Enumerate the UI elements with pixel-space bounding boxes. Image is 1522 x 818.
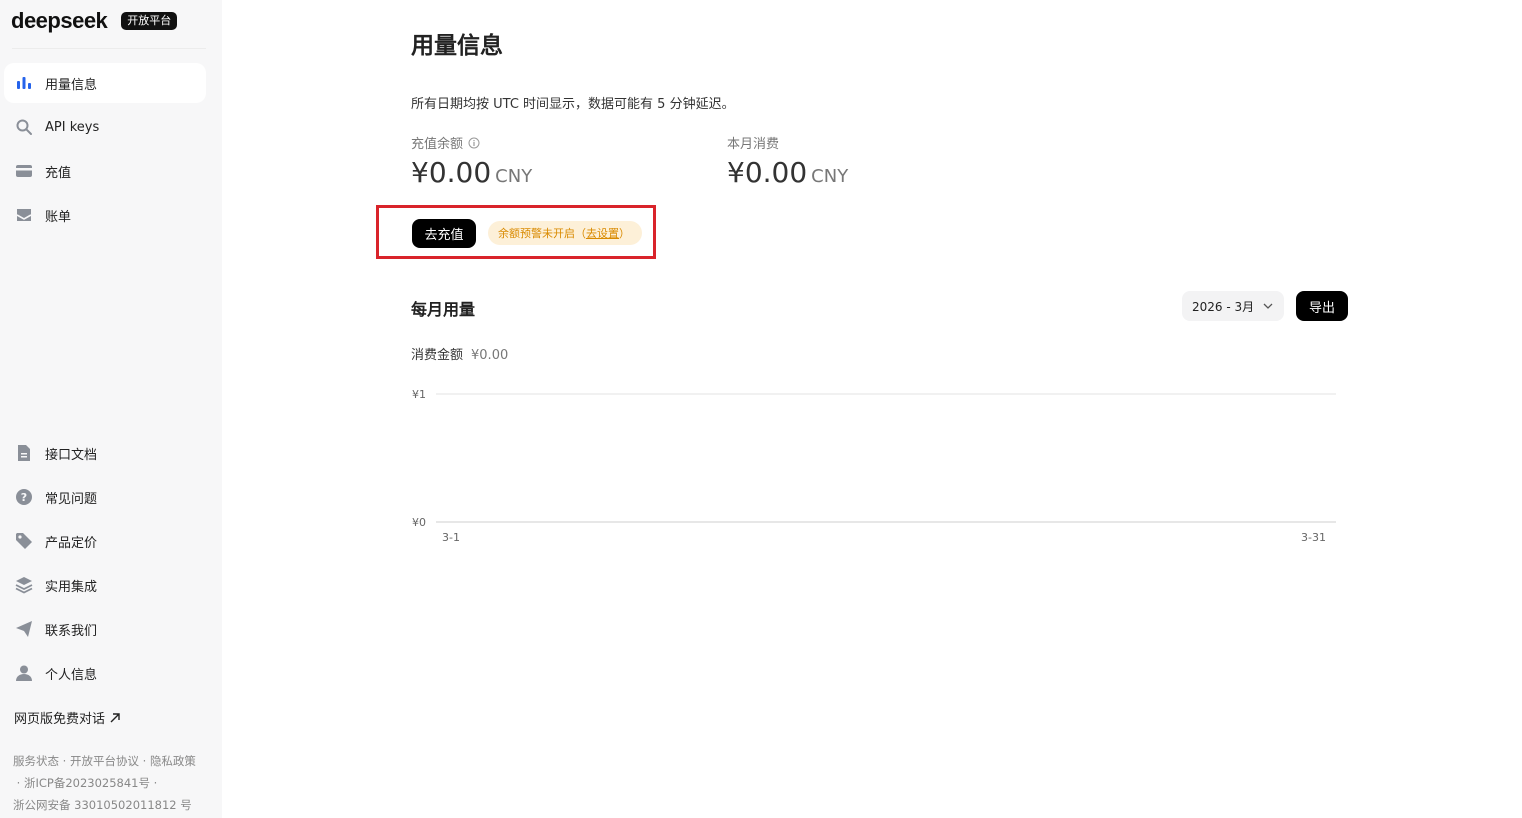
sidebar-item-label: 账单 [45,209,72,225]
question-icon: ? [15,488,33,506]
spend-value: ¥0.00 [471,348,509,363]
month-select-value: 2026 - 3月 [1192,299,1255,314]
y-tick-label: ¥0 [412,516,426,529]
brand[interactable]: deepseek 开放平台 [11,6,178,36]
monthly-usage-title: 每月用量 [411,300,476,319]
monthly-spend-amount: ¥0.00 CNY [727,156,848,189]
sidebar-item-label: 用量信息 [45,77,98,93]
web-chat-link[interactable]: 网页版免费对话 [14,708,121,727]
privacy-policy-link[interactable]: 隐私政策 [150,754,196,768]
document-icon [15,444,33,462]
spend-label: 消费金额 [411,348,464,363]
x-tick-label: 3-1 [442,531,460,544]
divider [12,48,206,49]
police-record-link[interactable]: 浙公网安备 33010502011812 号 [13,798,192,812]
balance-label: 充值余额 [411,137,464,152]
balance-stat: 充值余额 ¥0.00 CNY [411,133,532,189]
balance-amount: ¥0.00 CNY [411,156,532,189]
sidebar-item-docs[interactable]: 接口文档 [4,433,206,473]
x-tick-label: 3-31 [1301,531,1326,544]
monthly-spend-value: ¥0.00 [727,156,808,189]
layers-icon [15,576,33,594]
export-button[interactable]: 导出 [1296,291,1348,321]
external-link-icon [110,712,120,722]
sidebar-item-label: 个人信息 [45,667,98,683]
search-icon [15,118,33,136]
alert-suffix: ） [619,227,630,240]
sidebar-item-label: 常见问题 [45,491,98,507]
send-icon [15,620,33,638]
user-icon [15,664,33,682]
monthly-spend-label: 本月消费 [727,137,780,152]
alert-settings-link[interactable]: 去设置 [586,225,619,241]
svg-text:?: ? [21,491,27,504]
sidebar-item-usage[interactable]: 用量信息 [4,63,206,103]
balance-alert-badge: 余额预警未开启（ 去设置） [488,221,642,245]
recharge-button[interactable]: 去充值 [412,219,476,248]
utc-notice: 所有日期均按 UTC 时间显示，数据可能有 5 分钟延迟。 [411,97,735,112]
monthly-spend-stat: 本月消费 ¥0.00 CNY [727,133,848,189]
usage-chart: ¥1 ¥0 3-1 3-31 [412,388,1336,544]
alert-text: 余额预警未开启（ [498,227,586,240]
y-tick-label: ¥1 [412,388,426,401]
month-select[interactable]: 2026 - 3月 [1182,291,1284,321]
tag-icon [15,532,33,550]
sidebar-item-contact[interactable]: 联系我们 [4,609,206,649]
chevron-down-icon [1263,303,1273,309]
sidebar-item-pricing[interactable]: 产品定价 [4,521,206,561]
footer-links: 服务状态 · 开放平台协议 · 隐私政策 · 浙ICP备2023025841号 … [13,754,196,812]
service-status-link[interactable]: 服务状态 [13,754,59,768]
sidebar-item-label: 充值 [45,165,72,181]
icp-link[interactable]: 浙ICP备2023025841号 [24,776,150,790]
web-chat-label: 网页版免费对话 [14,712,106,727]
sidebar-item-label: 产品定价 [45,535,98,551]
inbox-icon [15,206,33,224]
balance-unit: CNY [495,166,533,187]
sidebar-item-label: 接口文档 [45,447,98,463]
sidebar-item-profile[interactable]: 个人信息 [4,653,206,693]
bar-chart-icon [15,74,33,92]
balance-value: ¥0.00 [411,156,492,189]
sidebar-item-label: 实用集成 [45,579,98,595]
platform-badge: 开放平台 [121,12,178,30]
monthly-spend-unit: CNY [811,166,849,187]
sidebar-item-label: 联系我们 [45,623,98,639]
page-title: 用量信息 [411,33,503,59]
spend-summary: 消费金额 ¥0.00 [411,344,508,363]
sidebar-item-integrations[interactable]: 实用集成 [4,565,206,605]
sidebar-item-api-keys[interactable]: API keys [4,107,206,147]
wallet-icon [15,162,33,180]
sidebar-item-label: API keys [45,119,100,135]
sidebar-item-recharge[interactable]: 充值 [4,151,206,191]
platform-agreement-link[interactable]: 开放平台协议 [70,754,139,768]
sidebar-item-faq[interactable]: ? 常见问题 [4,477,206,517]
balance-label-row: 充值余额 [411,133,532,152]
sidebar: deepseek 开放平台 用量信息 API keys 充值 账单 接口文档 ?… [0,0,222,818]
info-icon[interactable] [468,137,480,149]
deepseek-logo: deepseek [11,8,108,33]
sidebar-item-bills[interactable]: 账单 [4,195,206,235]
